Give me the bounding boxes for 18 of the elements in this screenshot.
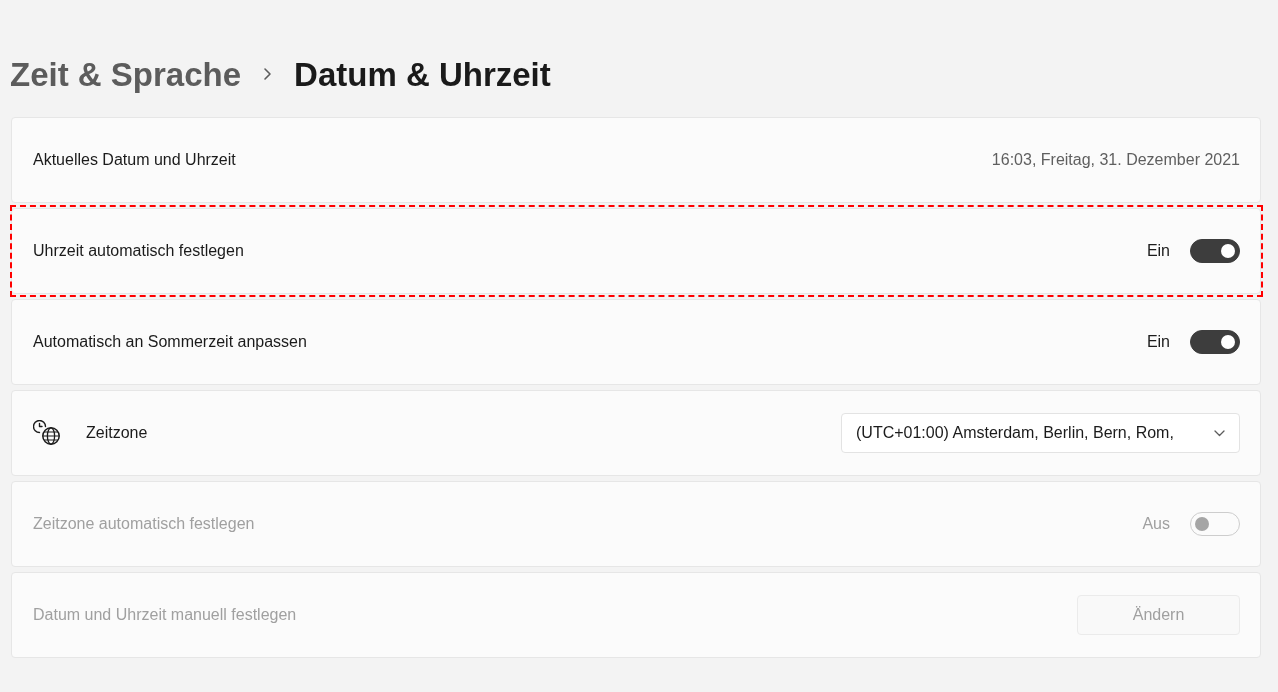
toggle-state-label: Aus — [1142, 514, 1170, 534]
setting-label: Automatisch an Sommerzeit anpassen — [33, 332, 307, 352]
timezone-dropdown[interactable]: (UTC+01:00) Amsterdam, Berlin, Bern, Rom, — [841, 413, 1240, 453]
toggle-switch[interactable] — [1190, 330, 1240, 354]
toggle-state-label: Ein — [1146, 241, 1170, 261]
breadcrumb-link[interactable]: Zeit & Sprache — [10, 57, 242, 91]
chevron-down-icon — [1214, 429, 1225, 437]
toggle-state-label: Ein — [1146, 332, 1170, 352]
page-title: Datum & Uhrzeit — [294, 57, 551, 91]
chevron-right-icon — [263, 67, 273, 81]
setting-label: Aktuelles Datum und Uhrzeit — [33, 150, 236, 170]
setting-label: Zeitzone — [86, 423, 148, 443]
setting-label: Zeitzone automatisch festlegen — [33, 514, 255, 534]
toggle-switch[interactable] — [1190, 239, 1240, 263]
setting-label: Datum und Uhrzeit manuell festlegen — [33, 605, 297, 625]
setting-label: Uhrzeit automatisch festlegen — [33, 241, 244, 261]
clock-globe-icon — [33, 420, 61, 446]
current-date-time: 16:03, Freitag, 31. Dezember 2021 — [991, 150, 1240, 170]
